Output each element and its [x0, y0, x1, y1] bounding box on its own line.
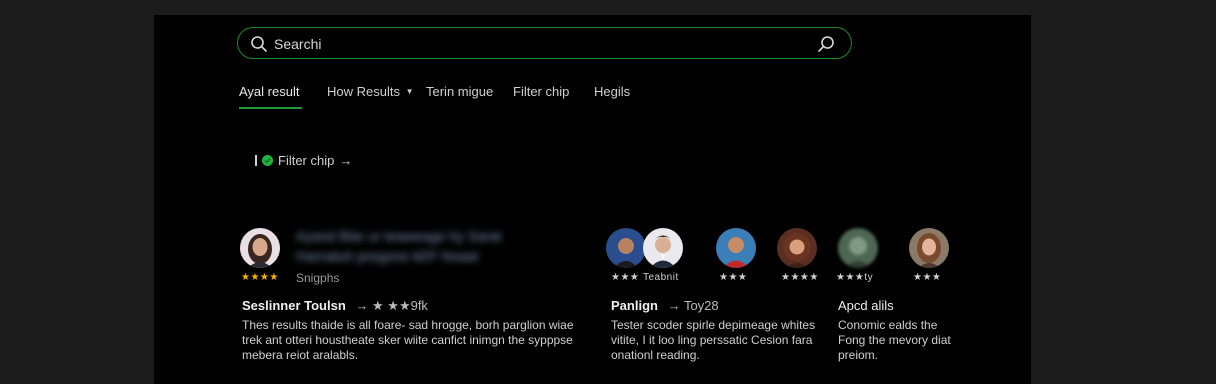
active-tab-indicator	[239, 107, 302, 109]
result-title-suffix: → ★ ★★9fk	[355, 298, 428, 313]
star-rating: ★★★★	[781, 272, 819, 283]
result-description: Thes results thaide is all foare- sad hr…	[242, 318, 574, 362]
search-icon	[250, 35, 268, 58]
result-title[interactable]: Apcd alils	[838, 298, 894, 313]
avatar[interactable]	[838, 228, 878, 268]
result-description: Tester scoder spirle depimeage whites vi…	[611, 318, 816, 362]
filter-chip-label: Filter chip	[278, 152, 335, 168]
caret-down-icon: ▼	[405, 87, 414, 96]
star-rating: ★★★	[611, 272, 640, 283]
tab-all-results[interactable]: Ayal result	[239, 84, 299, 99]
star-rating: ★★★	[719, 272, 748, 283]
blurred-heading-line: Harnatuh pregone kEF Nsaat	[296, 248, 479, 264]
avatar[interactable]	[643, 228, 683, 268]
tab-hegils[interactable]: Hegils	[594, 84, 630, 99]
result-title[interactable]: Seslinner Toulsn → ★ ★★9fk	[242, 298, 428, 314]
chip-divider	[255, 154, 257, 166]
avatar[interactable]	[240, 228, 280, 268]
search-input[interactable]: Searchi	[274, 36, 321, 52]
snippet-label: Snigphs	[296, 271, 340, 285]
tab-label: How Results	[327, 84, 400, 99]
avatar[interactable]	[909, 228, 949, 268]
result-title-text: Seslinner Toulsn	[242, 298, 346, 313]
avatar[interactable]	[777, 228, 817, 268]
avatar[interactable]	[606, 228, 646, 268]
result-description: Conomic ealds the Fong the mevory diat p…	[838, 318, 951, 362]
check-circle-icon	[262, 154, 273, 166]
arrow-right-icon: →	[339, 152, 353, 168]
search-bar[interactable]: Searchi	[237, 27, 852, 59]
tab-terin[interactable]: Terin migue	[426, 84, 493, 99]
star-rating: Teabnit	[643, 272, 679, 283]
star-rating: ★★★★	[241, 272, 279, 283]
result-title-suffix: → Toy28	[667, 298, 719, 313]
star-rating: ★★★ty	[836, 272, 874, 283]
result-title[interactable]: Panlign → Toy28	[611, 298, 719, 313]
filter-chip[interactable]: Filter chip →	[255, 152, 352, 168]
avatar[interactable]	[716, 228, 756, 268]
tab-filter-chip[interactable]: Filter chip	[513, 84, 569, 99]
search-submit-icon[interactable]	[817, 35, 835, 58]
star-rating: ★★★	[913, 272, 942, 283]
result-title-text: Panlign	[611, 298, 658, 313]
tab-how-results[interactable]: How Results ▼	[327, 84, 414, 99]
blurred-heading-line: Ayand Blar ur teaweage hy Sarat	[296, 228, 502, 244]
